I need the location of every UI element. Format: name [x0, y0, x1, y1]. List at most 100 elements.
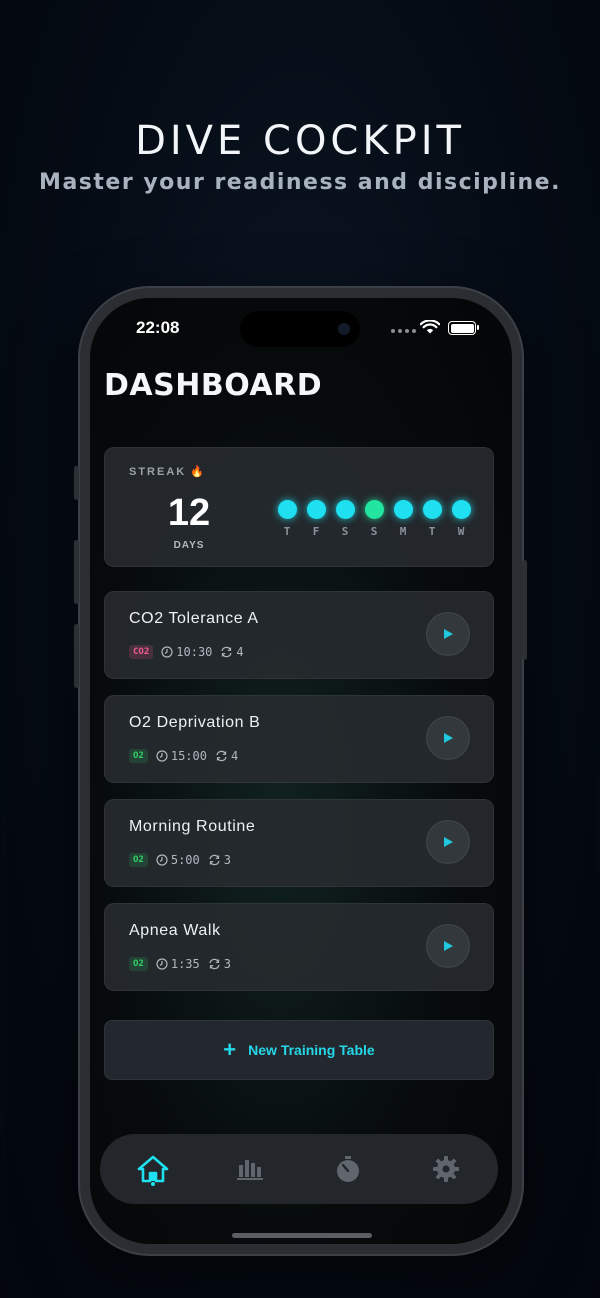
tab-bar [100, 1134, 498, 1204]
rounds-value: 3 [223, 957, 231, 971]
streak-dot [306, 500, 326, 519]
repeat-icon [216, 750, 227, 762]
flame-icon: 🔥 [190, 466, 206, 478]
clock-icon [161, 646, 173, 658]
home-indicator [232, 1233, 372, 1238]
stopwatch-icon [337, 1156, 359, 1182]
stats-icon [237, 1160, 263, 1180]
session-name: Morning Routine [129, 818, 256, 835]
streak-dot [277, 500, 297, 519]
play-button[interactable] [426, 612, 470, 656]
day-letter: W [457, 525, 465, 538]
camera-icon [338, 323, 350, 335]
battery-icon [448, 321, 479, 335]
session-meta: O2 15:00 4 [129, 749, 238, 763]
play-button[interactable] [426, 820, 470, 864]
streak-label-text: STREAK [129, 466, 187, 478]
active-tab-indicator [151, 1182, 155, 1186]
tab-stats[interactable] [220, 1134, 280, 1204]
duration: 1:35 [156, 957, 200, 971]
repeat-icon [209, 854, 220, 866]
streak-dot [393, 500, 413, 519]
day-letter: S [341, 525, 349, 538]
streak-unit: DAYS [173, 540, 205, 551]
day-letter: T [283, 525, 291, 538]
play-button[interactable] [426, 924, 470, 968]
day-letter: F [312, 525, 320, 538]
duration: 10:30 [161, 645, 212, 659]
streak-dot [364, 500, 384, 519]
session-meta: O2 1:35 3 [129, 957, 231, 971]
session-card-co2-tolerance[interactable]: CO2 Tolerance A CO2 10:30 4 [104, 591, 494, 679]
streak-day: F [306, 500, 326, 538]
duration-value: 10:30 [176, 645, 213, 659]
session-card-o2-deprivation[interactable]: O2 Deprivation B O2 15:00 4 [104, 695, 494, 783]
gear-icon [433, 1156, 459, 1182]
session-type-tag: O2 [129, 957, 148, 971]
day-letter: T [428, 525, 436, 538]
wifi-icon [420, 320, 440, 334]
clock-icon [156, 854, 168, 866]
duration-value: 5:00 [170, 853, 200, 867]
repeat-icon [209, 958, 220, 970]
rounds-value: 4 [230, 749, 239, 763]
rounds: 3 [208, 853, 231, 867]
streak-day: W [451, 500, 471, 538]
streak-dot [422, 500, 442, 519]
plus-icon: + [223, 1037, 237, 1062]
rounds: 3 [208, 957, 231, 971]
play-icon [444, 837, 453, 847]
session-name: Apnea Walk [129, 922, 221, 939]
streak-dot [451, 500, 471, 519]
tab-settings[interactable] [416, 1134, 476, 1204]
session-card-morning-routine[interactable]: Morning Routine O2 5:00 3 [104, 799, 494, 887]
rounds-value: 3 [223, 853, 231, 867]
streak-days: T F S S M T W [277, 500, 471, 538]
new-training-table-button[interactable]: + New Training Table [104, 1020, 494, 1080]
duration: 5:00 [156, 853, 200, 867]
hero-subtitle: Master your readiness and discipline. [39, 170, 561, 195]
duration-value: 1:35 [170, 957, 200, 971]
app-screen: 22:08 DASHBOARD STREAK 🔥 12 DAYS T F S S … [90, 298, 512, 1244]
rounds-value: 4 [236, 645, 244, 659]
streak-day: T [422, 500, 442, 538]
cellular-signal-icon [391, 329, 416, 333]
duration: 15:00 [156, 749, 207, 763]
session-name: CO2 Tolerance A [129, 610, 259, 627]
action-button [74, 466, 79, 500]
streak-day: S [364, 500, 384, 538]
play-icon [444, 941, 453, 951]
streak-count: 12 [167, 492, 211, 534]
status-time: 22:08 [136, 318, 180, 337]
tab-home[interactable] [123, 1134, 183, 1204]
volume-down-button [74, 624, 79, 688]
session-meta: CO2 10:30 4 [129, 645, 244, 659]
day-letter: M [399, 525, 407, 538]
session-name: O2 Deprivation B [129, 714, 261, 731]
streak-day: M [393, 500, 413, 538]
play-button[interactable] [426, 716, 470, 760]
new-training-table-label: New Training Table [248, 1042, 375, 1058]
rounds: 4 [215, 749, 238, 763]
play-icon [444, 629, 453, 639]
play-icon [444, 733, 453, 743]
page-title: DASHBOARD [104, 368, 323, 403]
rounds: 4 [220, 645, 244, 659]
tab-timer[interactable] [318, 1134, 378, 1204]
session-type-tag: CO2 [129, 645, 154, 659]
streak-dot [335, 500, 355, 519]
day-letter: S [370, 525, 378, 538]
streak-card: STREAK 🔥 12 DAYS T F S S M T W [104, 447, 494, 567]
power-button [522, 560, 527, 660]
streak-day: T [277, 500, 297, 538]
repeat-icon [221, 646, 232, 658]
dynamic-island [240, 311, 360, 347]
clock-icon [156, 958, 168, 970]
session-meta: O2 5:00 3 [129, 853, 231, 867]
streak-label: STREAK 🔥 [129, 465, 206, 478]
session-type-tag: O2 [129, 853, 148, 867]
duration-value: 15:00 [170, 749, 207, 763]
session-card-apnea-walk[interactable]: Apnea Walk O2 1:35 3 [104, 903, 494, 991]
clock-icon [156, 750, 168, 762]
volume-up-button [74, 540, 79, 604]
